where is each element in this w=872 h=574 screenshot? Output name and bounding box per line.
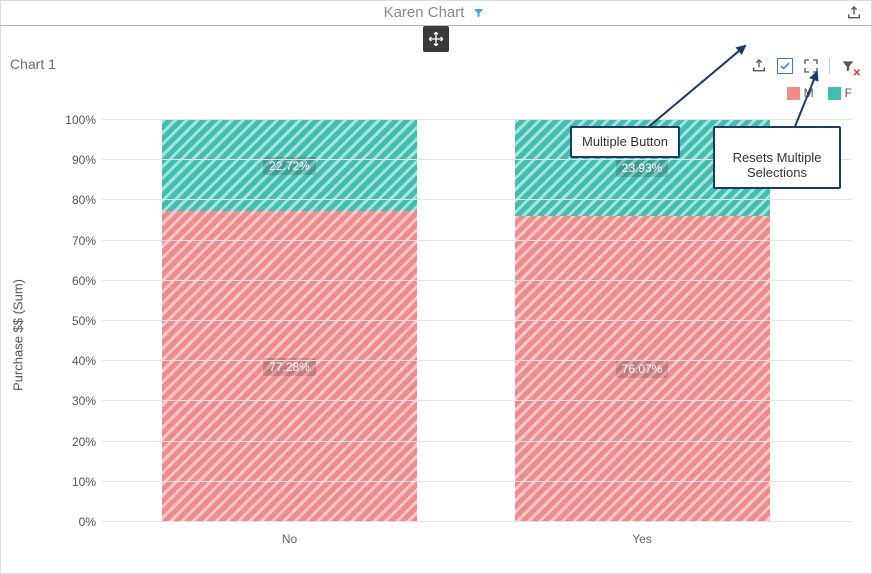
legend: M F [787, 86, 852, 100]
gridline [102, 441, 852, 442]
gridline [102, 400, 852, 401]
legend-swatch-f [828, 87, 841, 100]
multiple-select-button[interactable] [777, 58, 793, 74]
gridline [102, 360, 852, 361]
x-axis: No Yes [102, 526, 852, 550]
y-tick: 100% [48, 113, 96, 127]
move-handle-icon[interactable] [423, 26, 449, 52]
y-tick: 0% [48, 515, 96, 529]
chart-panel-header: Chart 1 ✕ M F [0, 52, 872, 100]
toolbar-separator [829, 58, 830, 74]
bar-yes-f-label: 23.93% [616, 159, 669, 177]
gridline [102, 199, 852, 200]
chart-toolbar: ✕ [749, 56, 858, 76]
gridline [102, 481, 852, 482]
y-tick: 70% [48, 234, 96, 248]
legend-label-f: F [845, 86, 852, 100]
y-tick: 10% [48, 475, 96, 489]
app-header: Karen Chart [0, 0, 872, 26]
dashboard-title-wrap: Karen Chart [384, 0, 489, 26]
y-tick: 30% [48, 394, 96, 408]
y-tick: 20% [48, 435, 96, 449]
y-tick: 90% [48, 153, 96, 167]
reset-filter-icon[interactable]: ✕ [838, 56, 858, 76]
gridline [102, 320, 852, 321]
bar-yes-m: 76.07% [515, 216, 770, 522]
y-tick: 40% [48, 354, 96, 368]
x-tick-yes: Yes [632, 532, 652, 546]
gridline [102, 280, 852, 281]
dashboard-title: Karen Chart [384, 0, 465, 26]
callout-multiple-button: Multiple Button [570, 126, 680, 158]
y-axis-label: Purchase $$ (Sum) [11, 279, 26, 391]
chart-title: Chart 1 [10, 56, 862, 72]
bar-col-no[interactable]: 77.28% 22.72% [162, 120, 417, 522]
x-tick-no: No [282, 532, 297, 546]
legend-swatch-m [787, 87, 800, 100]
legend-item-f[interactable]: F [828, 86, 852, 100]
y-tick: 60% [48, 274, 96, 288]
y-tick: 80% [48, 193, 96, 207]
dashboard-filter-icon[interactable] [468, 3, 488, 23]
y-tick: 50% [48, 314, 96, 328]
bar-no-m: 77.28% [162, 211, 417, 522]
gridline [102, 119, 852, 120]
gridline [102, 521, 852, 522]
gridline [102, 240, 852, 241]
bar-yes-m-label: 76.07% [616, 360, 669, 378]
callout-reset-selections: Resets Multiple Selections [713, 126, 841, 189]
export-chart-icon[interactable] [749, 56, 769, 76]
bar-no-f: 22.72% [162, 120, 417, 211]
export-dashboard-icon[interactable] [844, 3, 864, 23]
